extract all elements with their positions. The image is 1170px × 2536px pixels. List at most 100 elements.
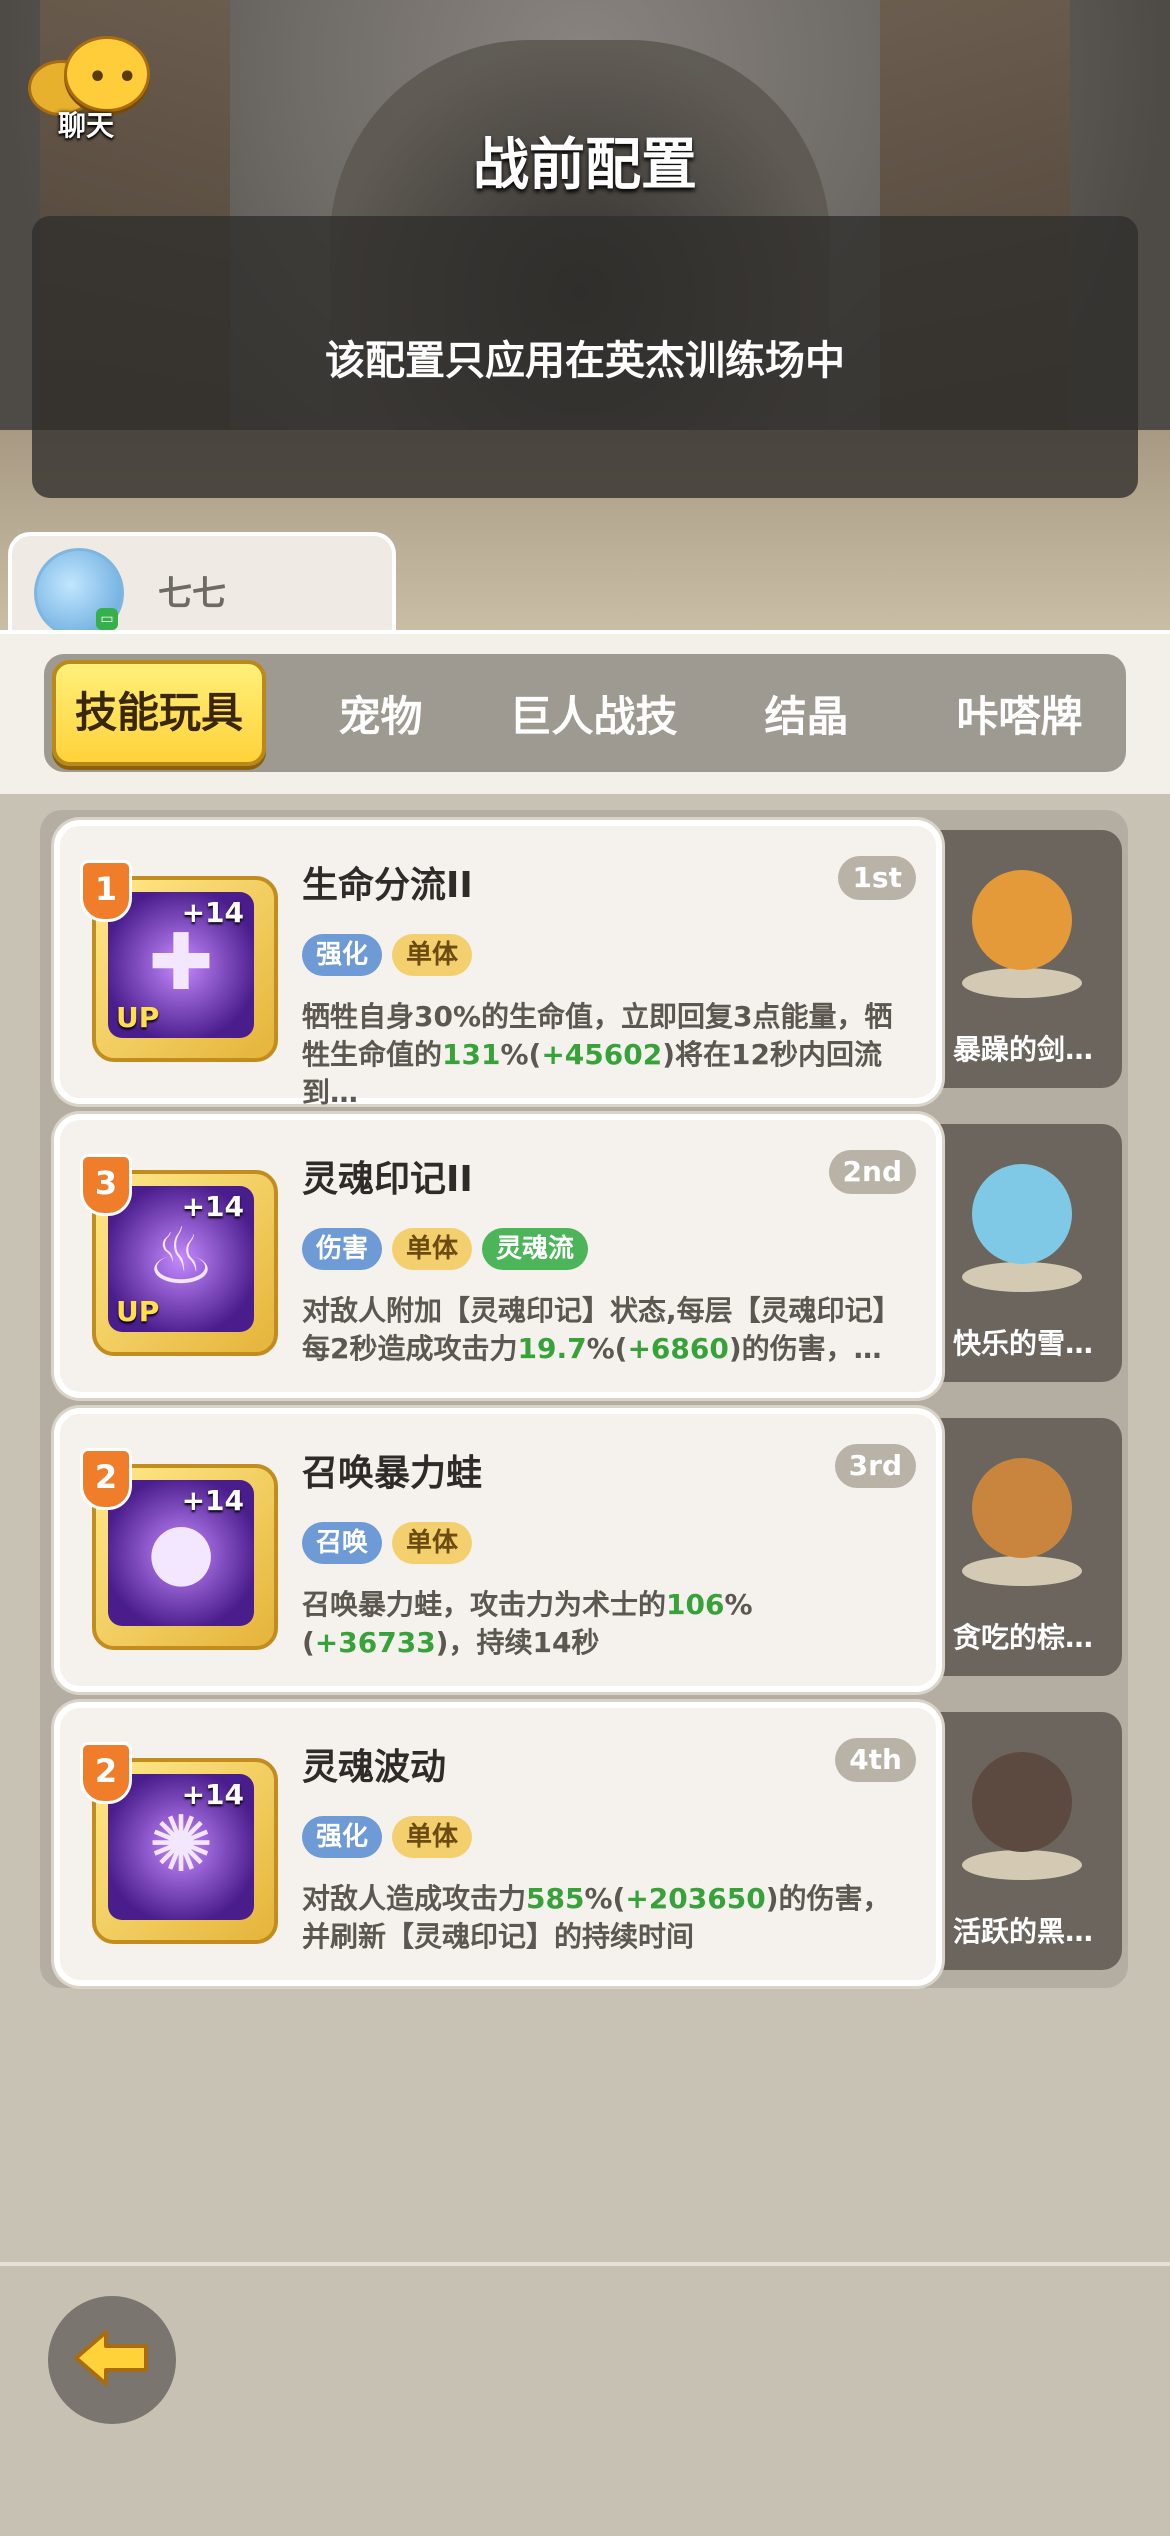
skill-tag: 单体 bbox=[392, 1522, 473, 1564]
pet-body bbox=[972, 1752, 1072, 1852]
skill-plus-level: +14 bbox=[181, 1778, 244, 1811]
skill-tag: 单体 bbox=[392, 1816, 473, 1858]
pet-card[interactable]: 快乐的雪… bbox=[924, 1124, 1122, 1382]
skill-up-label: UP bbox=[116, 1001, 160, 1034]
skill-tags: 伤害 单体 灵魂流 bbox=[302, 1228, 589, 1270]
config-panel: 技能玩具 宠物 巨人战技 结晶 咔嗒牌 暴躁的剑… ✚ +14 UP 1 生命分流II … bbox=[0, 630, 1170, 2262]
pet-name: 活跃的黑… bbox=[952, 1915, 1093, 1948]
pet-body bbox=[972, 1164, 1072, 1264]
back-arrow-icon bbox=[74, 2330, 148, 2386]
skill-tags: 召唤 单体 bbox=[302, 1522, 473, 1564]
desc-fragment: %( bbox=[500, 1038, 542, 1071]
notice-banner: 该配置只应用在英杰训练场中 bbox=[32, 216, 1138, 498]
skill-tag: 单体 bbox=[392, 1228, 473, 1270]
skill-tag: 强化 bbox=[302, 934, 383, 976]
skill-icon-inner: ✺ +14 bbox=[108, 1774, 254, 1920]
pet-figure-icon bbox=[958, 850, 1088, 1000]
desc-fragment: 131 bbox=[442, 1038, 501, 1071]
rank-badge: 2nd bbox=[828, 1150, 916, 1194]
skill-plus-level: +14 bbox=[181, 1484, 244, 1517]
pet-figure-icon bbox=[958, 1732, 1088, 1882]
rank-badge: 3rd bbox=[834, 1444, 916, 1488]
skill-glyph-icon: ✺ bbox=[148, 1800, 214, 1890]
skill-name: 召唤暴力蛙 bbox=[302, 1453, 483, 1494]
desc-fragment: 585 bbox=[526, 1882, 585, 1915]
rank-badge: 4th bbox=[835, 1738, 916, 1782]
skill-glyph-icon: ♨ bbox=[146, 1212, 216, 1302]
skill-tag: 灵魂流 bbox=[482, 1228, 589, 1270]
pet-name: 暴躁的剑… bbox=[952, 1033, 1093, 1066]
pet-figure-icon bbox=[958, 1144, 1088, 1294]
back-button[interactable] bbox=[48, 2296, 176, 2424]
chat-badge-icon: ▭ bbox=[96, 608, 118, 630]
skill-glyph-icon: ✚ bbox=[148, 918, 214, 1008]
level-badge: 2 bbox=[80, 1448, 132, 1510]
skill-name: 灵魂印记II bbox=[302, 1159, 473, 1200]
level-badge: 3 bbox=[80, 1154, 132, 1216]
skill-tag: 召唤 bbox=[302, 1522, 383, 1564]
desc-fragment: +6860 bbox=[627, 1332, 729, 1365]
desc-fragment: %( bbox=[584, 1882, 626, 1915]
skill-description: 对敌人附加【灵魂印记】状态,每层【灵魂印记】每2秒造成攻击力19.7%(+686… bbox=[302, 1292, 918, 1368]
tab-5[interactable]: 咔嗒牌 bbox=[913, 683, 1126, 744]
skill-row[interactable]: 暴躁的剑… ✚ +14 UP 1 生命分流II 1st 强化 单体 牺牲自身30%… bbox=[54, 820, 1126, 1109]
desc-fragment: 对敌人造成攻击力 bbox=[302, 1882, 527, 1915]
rank-badge: 1st bbox=[838, 856, 916, 900]
skill-icon-inner: ✚ +14 UP bbox=[108, 892, 254, 1038]
skill-plus-level: +14 bbox=[181, 1190, 244, 1223]
desc-fragment: +45602 bbox=[541, 1038, 663, 1071]
smiley-face-icon: • • bbox=[88, 60, 137, 95]
tab-3[interactable]: 巨人战技 bbox=[487, 683, 700, 744]
pet-figure-icon bbox=[958, 1438, 1088, 1588]
tab-4[interactable]: 结晶 bbox=[700, 683, 913, 744]
pet-card[interactable]: 贪吃的棕… bbox=[924, 1418, 1122, 1676]
page-title: 战前配置 bbox=[473, 133, 697, 198]
desc-fragment: )的伤害，… bbox=[728, 1332, 882, 1365]
desc-fragment: +36733 bbox=[314, 1626, 436, 1659]
skill-list: 暴躁的剑… ✚ +14 UP 1 生命分流II 1st 强化 单体 牺牲自身30%… bbox=[40, 810, 1128, 1988]
pet-name: 快乐的雪… bbox=[952, 1327, 1093, 1360]
skill-up-label: UP bbox=[116, 1295, 160, 1328]
skill-card[interactable]: ✚ +14 UP 1 生命分流II 1st 强化 单体 牺牲自身30%的生命值，立… bbox=[54, 820, 942, 1109]
tab-bar: 技能玩具 宠物 巨人战技 结晶 咔嗒牌 bbox=[44, 654, 1126, 772]
skill-row[interactable]: 活跃的黑… ✺ +14 2 灵魂波动 4th 强化 单体 对敌人造成攻击力585%… bbox=[54, 1702, 1126, 1986]
skill-description: 召唤暴力蛙，攻击力为术士的106%(+36733)，持续14秒 bbox=[302, 1586, 918, 1662]
desc-fragment: 19.7 bbox=[517, 1332, 587, 1365]
skill-icon-inner: ♨ +14 UP bbox=[108, 1186, 254, 1332]
pet-body bbox=[972, 870, 1072, 970]
desc-fragment: %( bbox=[586, 1332, 628, 1365]
desc-fragment: 106 bbox=[666, 1588, 725, 1621]
skill-glyph-icon: ● bbox=[146, 1506, 216, 1596]
skill-tag: 单体 bbox=[392, 934, 473, 976]
skill-tag: 强化 bbox=[302, 1816, 383, 1858]
pet-card[interactable]: 暴躁的剑… bbox=[924, 830, 1122, 1088]
skill-description: 牺牲自身30%的生命值，立即回复3点能量，牺牲生命值的131%(+45602)将… bbox=[302, 998, 918, 1112]
skill-plus-level: +14 bbox=[181, 896, 244, 929]
pet-body bbox=[972, 1458, 1072, 1558]
skill-name: 生命分流II bbox=[302, 865, 473, 906]
pet-base bbox=[962, 968, 1082, 998]
player-name: 七七 bbox=[158, 574, 226, 614]
skill-tags: 强化 单体 bbox=[302, 934, 473, 976]
skill-tag: 伤害 bbox=[302, 1228, 383, 1270]
notice-text: 该配置只应用在英杰训练场中 bbox=[325, 338, 845, 384]
tab-1[interactable]: 技能玩具 bbox=[52, 660, 266, 766]
pet-base bbox=[962, 1262, 1082, 1292]
tabbar-wrap: 技能玩具 宠物 巨人战技 结晶 咔嗒牌 bbox=[0, 630, 1170, 794]
bottom-bar bbox=[0, 2262, 1170, 2536]
skill-name: 灵魂波动 bbox=[302, 1747, 447, 1788]
skill-card[interactable]: ♨ +14 UP 3 灵魂印记II 2nd 伤害 单体 灵魂流 对敌人附加【灵魂印记… bbox=[54, 1114, 942, 1398]
skill-card[interactable]: ✺ +14 2 灵魂波动 4th 强化 单体 对敌人造成攻击力585%(+2036… bbox=[54, 1702, 942, 1986]
level-badge: 1 bbox=[80, 860, 132, 922]
skill-row[interactable]: 贪吃的棕… ● +14 2 召唤暴力蛙 3rd 召唤 单体 召唤暴力蛙，攻击力为术… bbox=[54, 1408, 1126, 1692]
skill-row[interactable]: 快乐的雪… ♨ +14 UP 3 灵魂印记II 2nd 伤害 单体 灵魂流 对敌人附… bbox=[54, 1114, 1126, 1398]
desc-fragment: )，持续14秒 bbox=[435, 1626, 600, 1659]
pet-name: 贪吃的棕… bbox=[952, 1621, 1093, 1654]
pet-base bbox=[962, 1556, 1082, 1586]
pet-card[interactable]: 活跃的黑… bbox=[924, 1712, 1122, 1970]
tab-2[interactable]: 宠物 bbox=[274, 683, 487, 744]
desc-fragment: +203650 bbox=[625, 1882, 766, 1915]
player-tab[interactable]: ▭ 七七 bbox=[8, 532, 396, 646]
skill-description: 对敌人造成攻击力585%(+203650)的伤害，并刷新【灵魂印记】的持续时间 bbox=[302, 1880, 918, 1956]
skill-card[interactable]: ● +14 2 召唤暴力蛙 3rd 召唤 单体 召唤暴力蛙，攻击力为术士的106%… bbox=[54, 1408, 942, 1692]
